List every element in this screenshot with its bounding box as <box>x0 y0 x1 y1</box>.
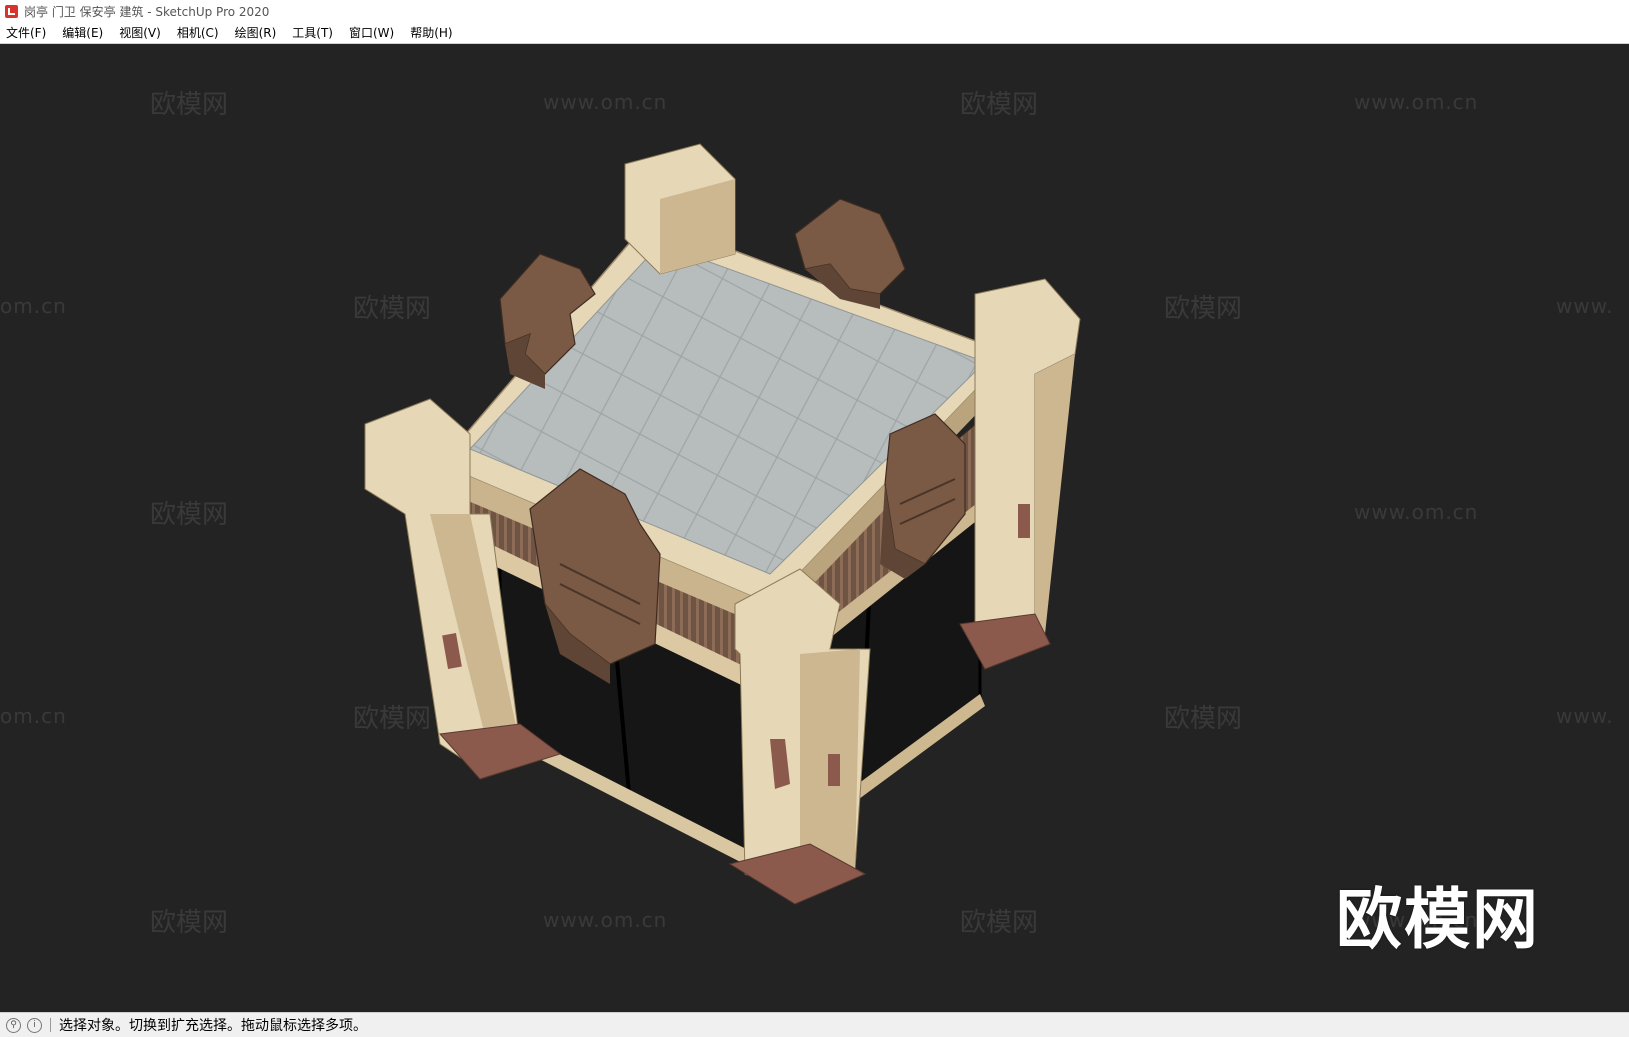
info-icon[interactable]: i <box>27 1017 42 1033</box>
model-viewport[interactable]: 欧模网 www.om.cn 欧模网 www.om.cn om.cn 欧模网 ww… <box>0 44 1629 1012</box>
title-bar: 岗亭 门卫 保安亭 建筑 - SketchUp Pro 2020 <box>0 0 1629 22</box>
menu-edit[interactable]: 编辑(E) <box>54 23 111 43</box>
menu-view[interactable]: 视图(V) <box>111 23 169 43</box>
geo-location-icon[interactable]: ⚲ <box>6 1017 21 1033</box>
menu-tools[interactable]: 工具(T) <box>284 23 341 43</box>
watermark-logo: 欧模网 <box>1336 881 1540 958</box>
column-back <box>624 143 736 275</box>
status-message: 选择对象。切换到扩充选择。拖动鼠标选择多项。 <box>59 1018 367 1034</box>
status-divider <box>50 1018 51 1032</box>
menu-camera[interactable]: 相机(C) <box>169 23 227 43</box>
column-right <box>959 278 1081 670</box>
menu-window[interactable]: 窗口(W) <box>341 23 402 43</box>
menu-file[interactable]: 文件(F) <box>0 23 54 43</box>
status-bar: ⚲ i 选择对象。切换到扩充选择。拖动鼠标选择多项。 <box>0 1012 1629 1037</box>
menu-draw[interactable]: 绘图(R) <box>227 23 285 43</box>
window-title: 岗亭 门卫 保安亭 建筑 - SketchUp Pro 2020 <box>24 4 270 19</box>
menu-bar: 文件(F) 编辑(E) 视图(V) 相机(C) 绘图(R) 工具(T) 窗口(W… <box>0 22 1629 44</box>
sketchup-logo-icon <box>5 4 18 18</box>
menu-help[interactable]: 帮助(H) <box>402 23 460 43</box>
